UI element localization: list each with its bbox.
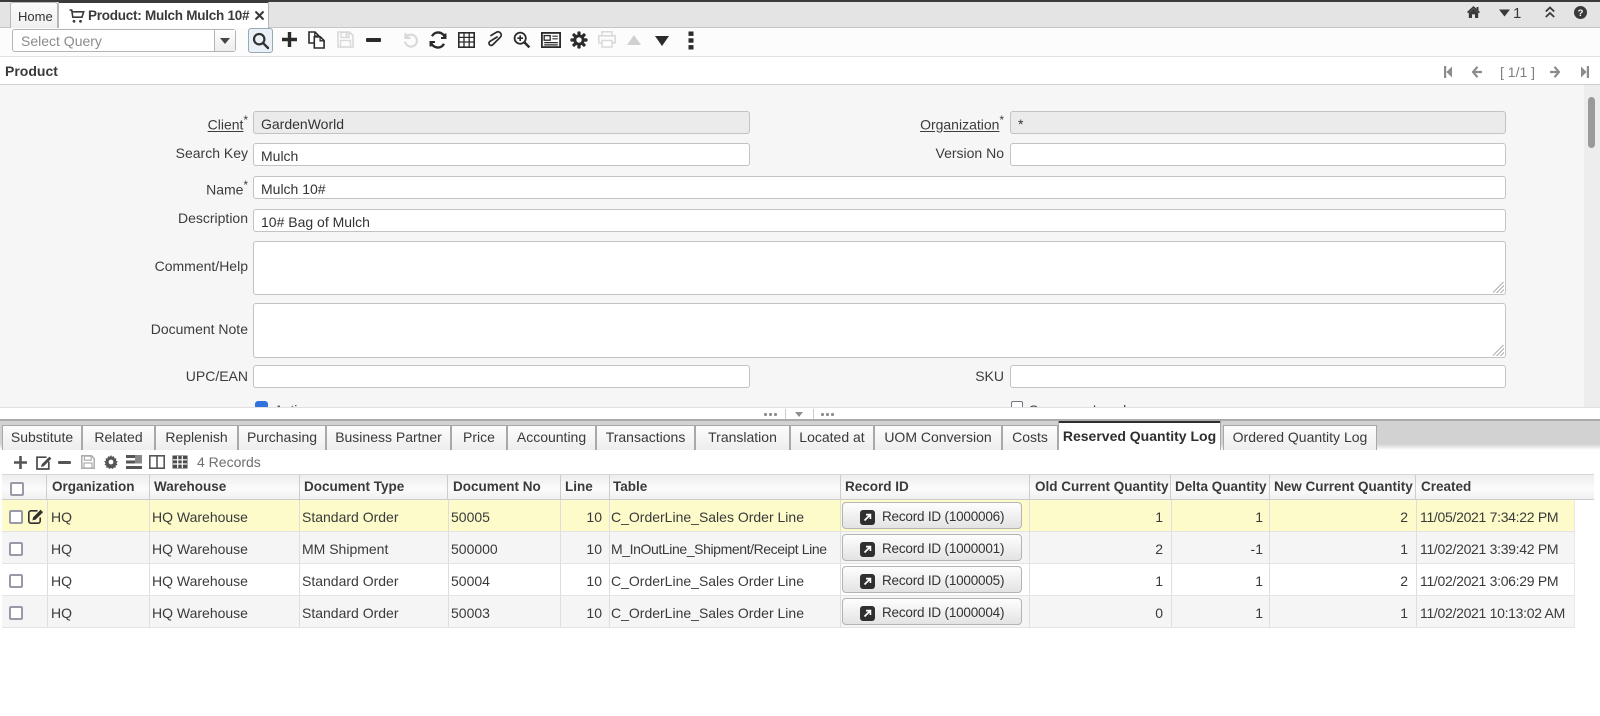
svg-text:?: ? [1578,8,1584,19]
